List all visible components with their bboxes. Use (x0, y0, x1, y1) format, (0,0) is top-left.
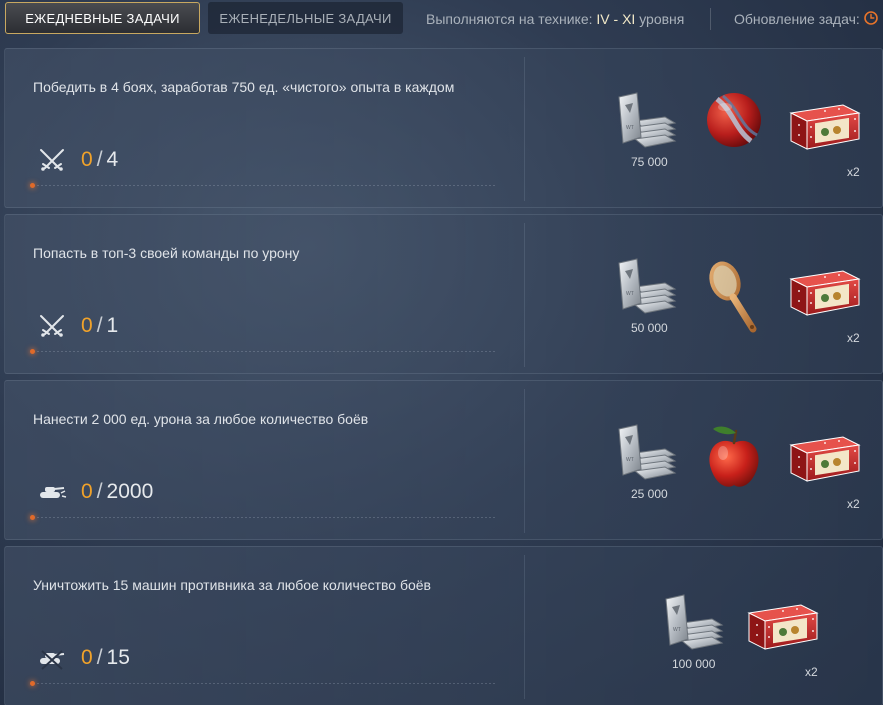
tank-destroyed-icon (40, 650, 65, 670)
task-card[interactable]: Нанести 2 000 ед. урона за любое количес… (4, 380, 883, 540)
task-card[interactable]: Попасть в топ-3 своей команды по урону 0… (4, 214, 883, 374)
tier-info: Выполняются на технике: IV - XI уровня (426, 11, 684, 27)
gift-box-icon (789, 104, 861, 150)
tab-daily-tasks[interactable]: Ежедневные задачи (5, 2, 200, 34)
reward-label: 100 000 (672, 657, 716, 671)
gift-box-icon (747, 604, 819, 650)
task-title: Нанести 2 000 ед. урона за любое количес… (33, 411, 369, 427)
svg-text:WT: WT (626, 457, 634, 463)
reward-item[interactable] (703, 421, 765, 511)
reward-item[interactable]: WT 50 000 (609, 253, 679, 343)
progress-separator: / (96, 148, 103, 171)
reward-label: x2 (847, 497, 860, 511)
task-progress: 0/1 (37, 311, 118, 341)
glow-dot (30, 515, 35, 520)
dotted-divider (33, 517, 495, 518)
top-bar: Ежедневные задачи Еженедельные задачи Вы… (0, 0, 883, 40)
reward-item[interactable]: WT 100 000 (656, 589, 726, 679)
silver-bars-icon: WT (618, 258, 677, 314)
rewards-divider (524, 555, 525, 699)
reward-item[interactable]: WT 75 000 (609, 87, 679, 177)
tank-damage-icon (40, 487, 67, 498)
striped-ball-icon (707, 93, 761, 147)
dotted-divider (33, 351, 495, 352)
refresh-label: Обновление задач: (734, 11, 860, 27)
rewards-divider (524, 389, 525, 533)
crossed-swords-icon (40, 315, 64, 337)
progress-target: 15 (106, 646, 130, 669)
task-progress: 0/4 (37, 145, 118, 175)
reward-item[interactable]: x2 (785, 97, 863, 187)
task-progress: 0/15 (37, 643, 130, 673)
tier-info-prefix: Выполняются на технике: (426, 11, 597, 27)
reward-label: x2 (805, 665, 818, 679)
clock-icon[interactable] (864, 11, 878, 25)
reward-item[interactable] (703, 255, 765, 345)
progress-target: 4 (106, 148, 119, 171)
rewards-divider (524, 223, 525, 367)
bath-brush-icon (709, 261, 757, 333)
progress-target: 1 (106, 314, 119, 337)
rewards-divider (524, 57, 525, 201)
task-progress: 0/2000 (37, 477, 153, 507)
reward-label: 75 000 (631, 155, 668, 169)
silver-bars-icon: WT (618, 92, 677, 148)
reward-label: x2 (847, 331, 860, 345)
reward-item[interactable]: x2 (785, 429, 863, 519)
task-title: Уничтожить 15 машин противника за любое … (33, 577, 431, 593)
svg-text:WT: WT (626, 291, 634, 297)
reward-label: 50 000 (631, 321, 668, 335)
reward-label: x2 (847, 165, 860, 179)
reward-item[interactable]: x2 (743, 597, 821, 687)
reward-item[interactable]: x2 (785, 263, 863, 353)
top-divider (710, 8, 711, 30)
progress-current: 0 (81, 148, 93, 171)
reward-item[interactable] (703, 89, 765, 179)
reward-item[interactable]: WT 25 000 (609, 419, 679, 509)
tier-info-suffix: уровня (635, 11, 685, 27)
progress-current: 0 (81, 314, 93, 337)
task-title: Победить в 4 боях, заработав 750 ед. «чи… (33, 79, 455, 95)
crossed-swords-icon (40, 149, 64, 171)
silver-bars-icon: WT (665, 594, 724, 650)
dotted-divider (33, 185, 495, 186)
glow-dot (30, 681, 35, 686)
progress-current: 0 (81, 646, 93, 669)
gift-box-icon (789, 270, 861, 316)
progress-separator: / (96, 480, 103, 503)
apple-icon (709, 426, 759, 487)
progress-separator: / (96, 646, 103, 669)
tier-range: IV - XI (596, 11, 636, 27)
progress-target: 2000 (106, 480, 154, 503)
progress-separator: / (96, 314, 103, 337)
svg-text:WT: WT (673, 627, 681, 633)
tab-weekly-tasks[interactable]: Еженедельные задачи (208, 2, 403, 34)
gift-box-icon (789, 436, 861, 482)
glow-dot (30, 349, 35, 354)
silver-bars-icon: WT (618, 424, 677, 480)
task-title: Попасть в топ-3 своей команды по урону (33, 245, 300, 261)
task-card[interactable]: Победить в 4 боях, заработав 750 ед. «чи… (4, 48, 883, 208)
task-card[interactable]: Уничтожить 15 машин противника за любое … (4, 546, 883, 705)
svg-text:WT: WT (626, 125, 634, 131)
dotted-divider (33, 683, 495, 684)
reward-label: 25 000 (631, 487, 668, 501)
glow-dot (30, 183, 35, 188)
progress-current: 0 (81, 480, 93, 503)
